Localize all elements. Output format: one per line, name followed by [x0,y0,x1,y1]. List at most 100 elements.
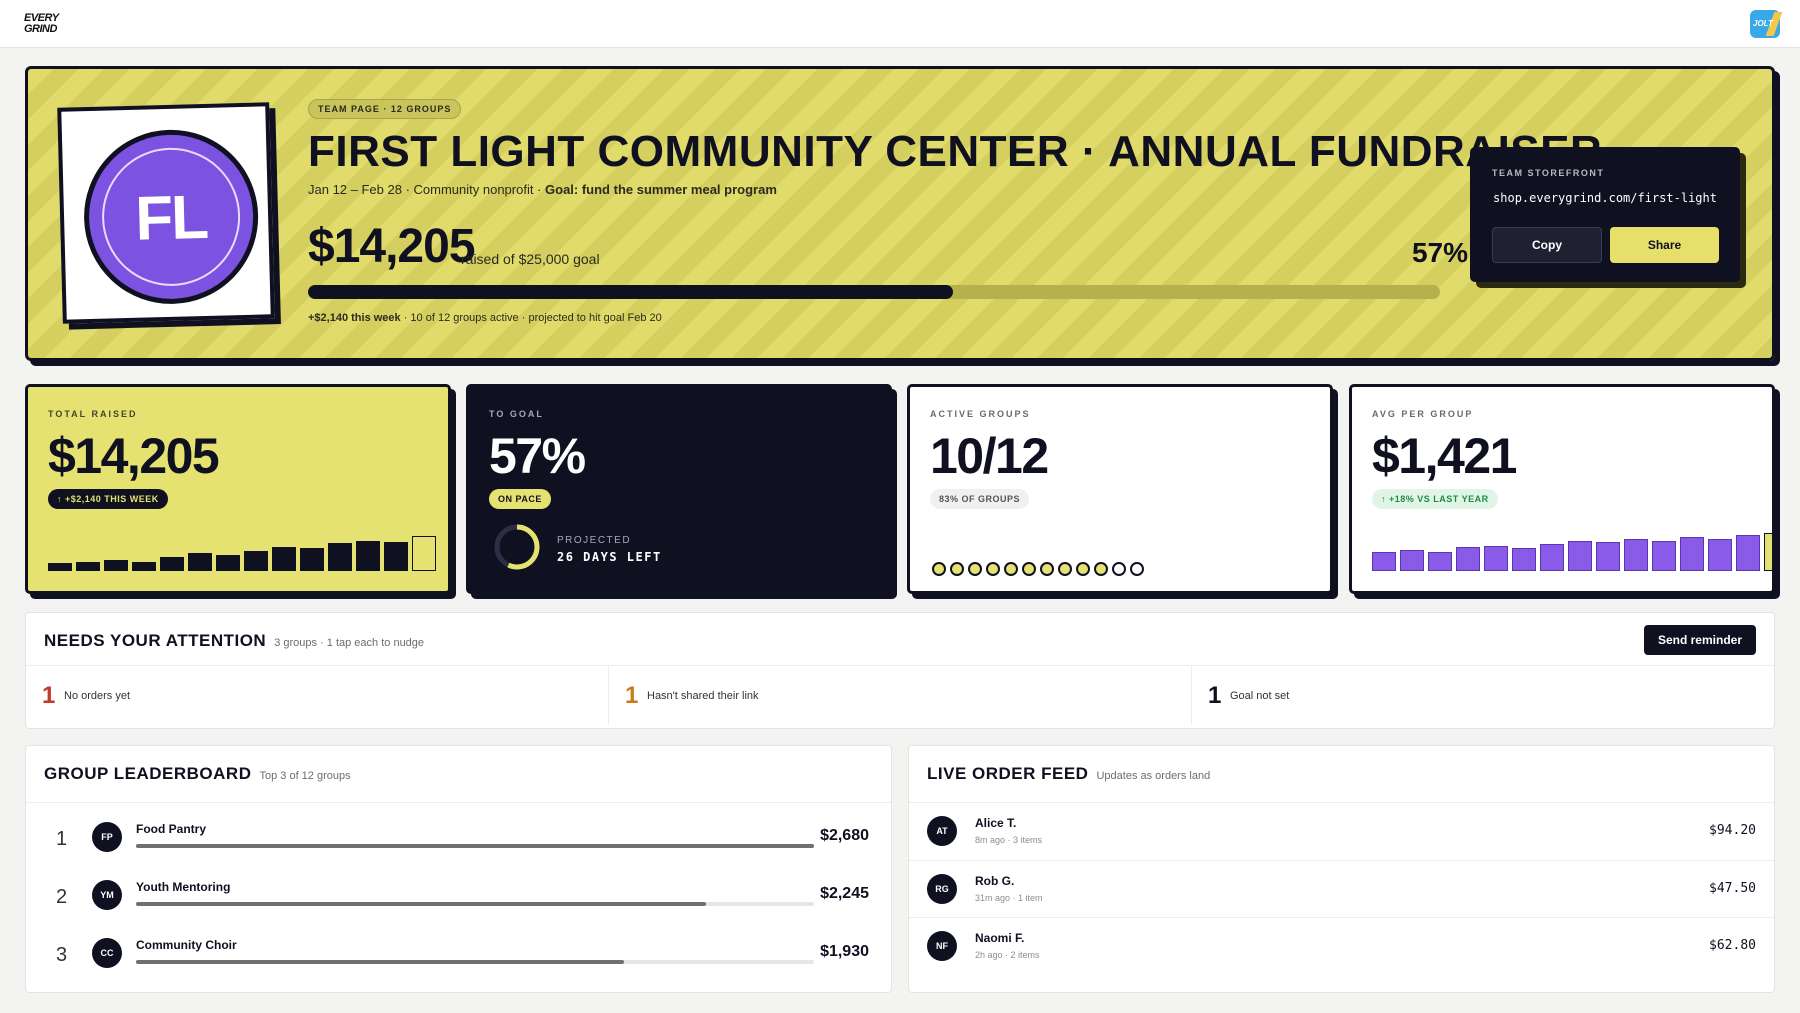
attention-count: 1 [625,682,639,709]
group-leaderboard-panel: GROUP LEADERBOARD Top 3 of 12 groups 1 FP… [25,745,892,993]
spark-bar [216,555,240,571]
attention-items: 1 No orders yet 1 Hasn't shared their li… [26,665,1774,724]
live-order-feed-panel: LIVE ORDER FEED Updates as orders land AT… [908,745,1775,993]
copy-link-button[interactable]: Copy [1492,227,1602,263]
goal-progress-ring [494,524,540,570]
spark-bar [412,536,436,571]
attention-text: No orders yet [64,690,131,702]
order-row[interactable]: RG Rob G. 31m ago · 1 item $47.50 [909,860,1774,917]
group-name: Youth Mentoring [136,880,231,894]
customer-avatar: RG [927,874,957,904]
stat-value: $14,205 [48,428,220,484]
spark-bar [1708,539,1732,571]
group-dot-active [1040,562,1054,576]
jolt-app-icon[interactable]: JOLT [1750,10,1783,38]
group-dot-active [968,562,982,576]
group-dot-inactive [1130,562,1144,576]
spark-bar [1400,550,1424,571]
leaderboard-subtitle: Top 3 of 12 groups [259,770,351,782]
yoy-change-badge: ↑ +18% VS LAST YEAR [1372,489,1498,509]
share-button[interactable]: Share [1610,227,1719,263]
groups-percent-badge: 83% OF GROUPS [930,489,1030,509]
group-dot-active [950,562,964,576]
weekly-change-badge: ↑ +$2,140 THIS WEEK [48,489,168,509]
group-dot-active [1004,562,1018,576]
customer-avatar: AT [927,816,957,846]
storefront-url[interactable]: shop.everygrind.com/first-light [1492,191,1718,205]
jolt-label: JOLT [1753,19,1773,28]
stat-value: 57% [489,428,586,484]
spark-bar [188,553,212,571]
spark-bar [1736,535,1760,571]
attention-count: 1 [42,682,56,709]
group-dot-active [1094,562,1108,576]
to-goal-card: TO GOAL 57% ON PACE PROJECTED 26 DAYS LE… [466,384,892,594]
leaderboard-row[interactable]: 1 FP Food Pantry $2,680 [26,810,891,868]
attention-title-text: NEEDS YOUR ATTENTION [44,631,267,650]
attention-text: Goal not set [1230,690,1290,702]
attention-no-orders[interactable]: 1 No orders yet [26,666,609,724]
avatar-initials: FL [134,182,208,254]
spark-bar [1764,533,1772,571]
team-page-tag: TEAM PAGE · 12 GROUPS [308,99,462,119]
goal-progress-fill [308,285,954,299]
order-amount: $47.50 [1709,881,1756,896]
stat-value: 10/12 [930,428,1049,484]
spark-bar [300,548,324,571]
projected-label: PROJECTED [557,535,632,546]
order-amount: $94.20 [1709,823,1756,838]
attention-not-shared[interactable]: 1 Hasn't shared their link [609,666,1192,724]
group-dot-active [1058,562,1072,576]
storefront-label: TEAM STOREFRONT [1492,168,1605,178]
spark-bar [244,551,268,571]
leaderboard-row[interactable]: 3 CC Community Choir $1,930 [26,926,891,984]
stat-label: ACTIVE GROUPS [930,409,1031,419]
subtitle-goal: Goal: fund the summer meal program [545,182,777,197]
spark-bar [1596,542,1620,571]
leaderboard-row[interactable]: 2 YM Youth Mentoring $2,245 [26,868,891,926]
spark-bar [48,563,72,571]
hero-subtitle: Jan 12 – Feb 28 · Community nonprofit · … [308,182,777,197]
group-progress-bar [136,844,814,848]
order-row[interactable]: AT Alice T. 8m ago · 3 items $94.20 [909,803,1774,860]
group-name: Community Choir [136,938,237,952]
spark-bar [272,547,296,571]
customer-name: Naomi F. [975,931,1025,945]
team-storefront-card: TEAM STOREFRONT shop.everygrind.com/firs… [1470,147,1740,282]
top-bar: EVERY GRIND JOLT [0,0,1800,48]
group-amount: $2,245 [820,885,869,902]
stat-label: AVG PER GROUP [1372,409,1474,419]
total-raised-sparkbars [48,529,436,571]
group-avatar: CC [92,938,122,968]
order-meta: 2h ago · 2 items [975,950,1040,960]
group-progress-bar [136,902,814,906]
rank: 1 [56,828,68,850]
attention-subtitle: 3 groups · 1 tap each to nudge [274,637,425,649]
stat-label: TO GOAL [489,409,544,419]
raised-of-goal: raised of $25,000 goal [461,251,600,267]
spark-bar [104,560,128,571]
group-dot-active [986,562,1000,576]
spark-bar [1428,552,1452,571]
spark-bar [1680,537,1704,571]
order-row[interactable]: NF Naomi F. 2h ago · 2 items $62.80 [909,917,1774,974]
goal-percent: 57% [1411,237,1468,268]
team-avatar: FL [81,127,261,307]
spark-bar [76,562,100,571]
team-avatar-card: FL [57,102,275,324]
subtitle-dates: Jan 12 – Feb 28 · Community nonprofit · [308,182,546,197]
order-meta: 31m ago · 1 item [975,893,1043,903]
group-dot-inactive [1112,562,1126,576]
attention-goal-not-set[interactable]: 1 Goal not set [1192,666,1774,724]
send-reminder-button[interactable]: Send reminder [1643,625,1756,655]
group-dot-active [1022,562,1036,576]
brand-logo[interactable]: EVERY GRIND [24,13,72,35]
group-progress-fill [136,960,625,964]
attention-title: NEEDS YOUR ATTENTION 3 groups · 1 tap eac… [44,631,424,651]
group-name: Food Pantry [136,822,207,836]
spark-bar [1652,541,1676,571]
stat-label: TOTAL RAISED [48,409,138,419]
spark-bar [328,543,352,571]
spark-bar [1456,547,1480,571]
spark-bar [1540,544,1564,571]
